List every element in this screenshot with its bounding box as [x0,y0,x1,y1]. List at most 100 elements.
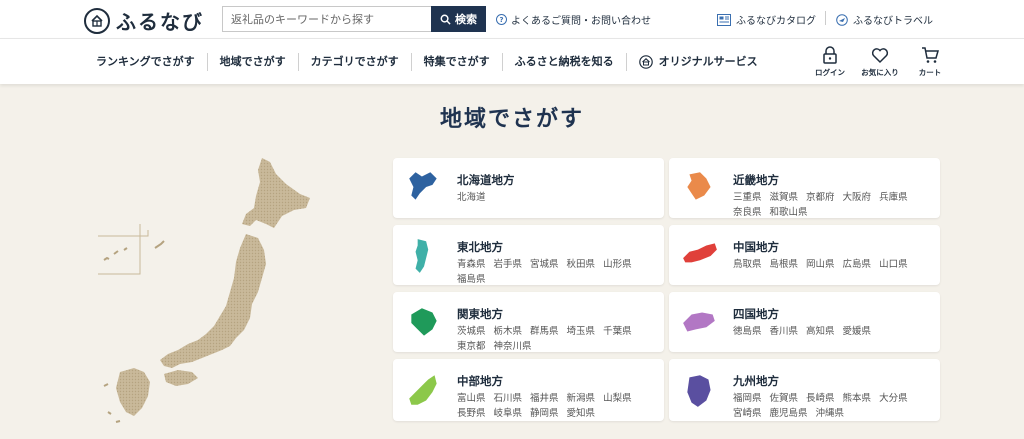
prefecture-link[interactable]: 新潟県 [567,391,596,406]
region-name: 近畿地方 [733,173,779,187]
nav-region[interactable]: 地域でさがす [206,53,298,71]
region-card[interactable]: 北海道地方 北海道 [393,158,664,218]
prefecture-link[interactable]: 佐賀県 [770,391,799,406]
catalog-link[interactable]: ふるなびカタログ [717,12,816,27]
search-button[interactable]: 検索 [431,6,486,32]
login-label: ログイン [815,68,845,77]
prefecture-link[interactable]: 岩手県 [494,257,523,272]
heart-icon [871,48,889,64]
chubu-map-icon [409,375,437,405]
prefecture-link[interactable]: 徳島県 [733,324,762,339]
region-card[interactable]: 中国地方 鳥取県 島根県 岡山県 広島県 山口県 [669,225,940,285]
prefecture-link[interactable]: 沖縄県 [816,406,845,421]
shikoku-shape [164,370,198,386]
prefecture-link[interactable]: 秋田県 [567,257,596,272]
travel-link-label: ふるなびトラベル [853,16,933,27]
prefecture-link[interactable]: 山口県 [879,257,908,272]
region-card[interactable]: 九州地方 福岡県 佐賀県 長崎県 熊本県 大分県宮崎県 鹿児島県 沖縄県 [669,359,940,421]
region-card[interactable]: 東北地方青森県 岩手県 宮城県 秋田県 山形県福島県 [393,225,664,285]
prefecture-link[interactable]: 北海道 [457,190,486,205]
prefecture-link[interactable]: 神奈川県 [494,339,532,354]
prefecture-link[interactable]: 愛媛県 [843,324,872,339]
faq-link-label: よくあるご質問・お問い合わせ [511,16,651,27]
nav-about-furusato[interactable]: ふるさと納税を知る [501,53,626,71]
prefecture-link[interactable]: 島根県 [770,257,799,272]
prefecture-link[interactable]: 兵庫県 [879,190,908,205]
prefecture-link[interactable]: 千葉県 [603,324,632,339]
prefecture-link[interactable]: 滋賀県 [770,190,799,205]
nav-original-service[interactable]: オリジナルサービス [625,53,770,71]
prefecture-link[interactable]: 福岡県 [733,391,762,406]
prefecture-link[interactable]: 山形県 [603,257,632,272]
kinki-map-icon [687,172,711,200]
prefecture-link[interactable]: 鳥取県 [733,257,762,272]
header-divider [825,11,826,25]
prefecture-link[interactable]: 長野県 [457,406,486,421]
prefecture-link[interactable]: 鹿児島県 [770,406,808,421]
prefecture-link[interactable]: 青森県 [457,257,486,272]
prefecture-link[interactable]: 和歌山県 [770,205,808,220]
search-input[interactable] [223,7,433,31]
prefecture-link[interactable]: 岡山県 [806,257,835,272]
search-icon [440,14,451,25]
logo-text: ふるなび [116,10,204,34]
prefecture-link[interactable]: 三重県 [733,190,762,205]
prefecture-link[interactable]: 福井県 [530,391,559,406]
nav-about-furusato-label: ふるさと納税を知る [514,55,614,68]
prefecture-link[interactable]: 茨城県 [457,324,486,339]
prefecture-link[interactable]: 京都府 [806,190,835,205]
prefecture-link[interactable]: 宮崎県 [733,406,762,421]
nav-ranking[interactable]: ランキングでさがす [84,53,207,71]
favorites-button[interactable]: お気に入り [860,46,900,78]
region-name: 北海道地方 [457,173,515,187]
prefecture-link[interactable]: 大分県 [879,391,908,406]
prefecture-link[interactable]: 富山県 [457,391,486,406]
prefecture-link[interactable]: 宮城県 [530,257,559,272]
prefecture-link[interactable]: 長崎県 [806,391,835,406]
region-card[interactable]: 四国地方 徳島県 香川県 高知県 愛媛県 [669,292,940,352]
search-button-label: 検索 [455,13,477,26]
prefecture-link[interactable]: 静岡県 [530,406,559,421]
travel-icon [836,13,848,26]
login-button[interactable]: ログイン [810,46,850,78]
shikoku-map-icon [683,312,715,332]
logo-mark-icon [84,7,110,34]
prefecture-link[interactable]: 群馬県 [530,324,559,339]
prefecture-link[interactable]: 香川県 [770,324,799,339]
prefecture-link[interactable]: 広島県 [843,257,872,272]
kyushu-shape [116,368,150,416]
region-card[interactable]: 関東地方 茨城県 栃木県 群馬県 埼玉県 千葉県東京都 神奈川県 [393,292,664,352]
prefecture-link[interactable]: 熊本県 [843,391,872,406]
nav-category[interactable]: カテゴリでさがす [297,53,411,71]
cart-label: カート [918,68,942,77]
prefecture-link[interactable]: 石川県 [494,391,523,406]
nav-region-label: 地域でさがす [219,55,286,68]
prefecture-link[interactable]: 愛知県 [567,406,596,421]
region-card[interactable]: 近畿地方三重県 滋賀県 京都府 大阪府 兵庫県奈良県 和歌山県 [669,158,940,218]
site-logo[interactable]: ふるなび [84,6,204,35]
prefecture-link[interactable]: 東京都 [457,339,486,354]
region-card[interactable]: 中部地方 富山県 石川県 福井県 新潟県 山梨県長野県 岐阜県 静岡県 愛知県 [393,359,664,421]
prefecture-link[interactable]: 山梨県 [603,391,632,406]
prefecture-link[interactable]: 奈良県 [733,205,762,220]
honshu-shape [160,234,266,368]
prefecture-link[interactable]: 大阪府 [843,190,872,205]
prefecture-link[interactable]: 岐阜県 [494,406,523,421]
faq-link[interactable]: ? よくあるご質問・お問い合わせ [496,12,651,27]
nav-feature-label: 特集でさがす [423,55,490,68]
original-service-icon [638,55,653,69]
prefecture-link[interactable]: 栃木県 [494,324,523,339]
catalog-link-label: ふるなびカタログ [736,16,816,27]
nav-feature[interactable]: 特集でさがす [410,53,502,71]
prefecture-link[interactable]: 高知県 [806,324,835,339]
travel-link[interactable]: ふるなびトラベル [836,12,933,27]
main-nav: ランキングでさがす 地域でさがす カテゴリでさがす 特集でさがす ふるさと納税を… [0,38,1024,84]
prefecture-link[interactable]: 埼玉県 [567,324,596,339]
prefecture-link[interactable]: 福島県 [457,272,486,287]
kyushu-map-icon [687,375,711,407]
favorites-label: お気に入り [861,68,899,77]
japan-map [98,158,310,423]
prefecture-list: 茨城県 栃木県 群馬県 埼玉県 千葉県東京都 神奈川県 [457,324,657,354]
region-name: 東北地方 [457,240,503,254]
cart-button[interactable]: カート [910,46,950,78]
